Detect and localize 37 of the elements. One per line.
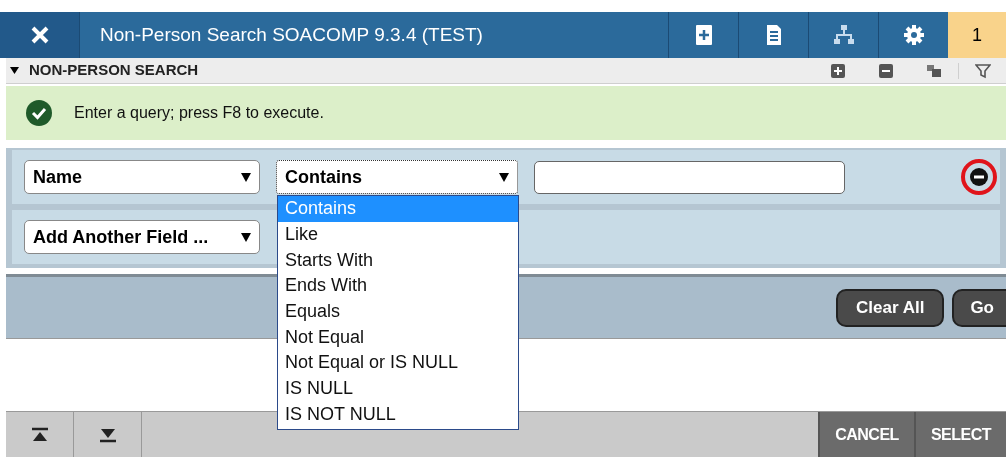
value-field[interactable]: [534, 160, 845, 194]
action-button[interactable]: Go: [952, 288, 1006, 327]
insert-icon[interactable]: [830, 62, 846, 79]
dropdown-option[interactable]: Starts With: [278, 247, 518, 274]
remove-icon[interactable]: [878, 62, 894, 79]
dropdown-option[interactable]: IS NULL: [278, 375, 518, 402]
section-title: NON-PERSON SEARCH: [29, 60, 199, 81]
remove-row-icon[interactable]: [970, 168, 988, 186]
window-title: Non-Person Search SOACOMP 9.3.4 (TEST): [99, 22, 484, 47]
caret-icon: [241, 172, 251, 182]
settings-icon: [902, 24, 925, 46]
field-select[interactable]: Name: [24, 160, 260, 194]
message-text: Enter a query; press F8 to execute.: [74, 103, 324, 123]
footer-button[interactable]: SELECT: [913, 412, 1006, 457]
caret-icon: [241, 232, 251, 242]
notification-badge[interactable]: 1: [948, 12, 1006, 58]
dropdown-option[interactable]: Ends With: [278, 273, 518, 299]
collapse-toggle[interactable]: [10, 67, 19, 74]
copy-icon[interactable]: [926, 62, 942, 79]
action-button[interactable]: Clear All: [836, 288, 945, 327]
dropdown-option[interactable]: Equals: [278, 298, 518, 325]
first-icon: [29, 426, 50, 443]
dropdown-option[interactable]: Not Equal or IS NULL: [278, 350, 518, 376]
checkmark-icon: [26, 100, 52, 126]
operator-select[interactable]: Contains: [276, 160, 518, 194]
dropdown-option[interactable]: IS NOT NULL: [278, 401, 518, 428]
footer-button[interactable]: CANCEL: [818, 412, 914, 457]
dropdown-option[interactable]: Not Equal: [278, 324, 518, 351]
collapse-icon: [10, 67, 19, 74]
filter-icon[interactable]: [974, 62, 991, 79]
hierarchy-icon: [832, 24, 855, 46]
close-button[interactable]: [0, 12, 80, 58]
caret-icon: [499, 172, 509, 182]
last-icon: [97, 426, 118, 443]
close-icon: [29, 25, 50, 45]
add-field-select[interactable]: Add Another Field ...: [24, 220, 260, 254]
dropdown-option[interactable]: Like: [278, 221, 518, 248]
